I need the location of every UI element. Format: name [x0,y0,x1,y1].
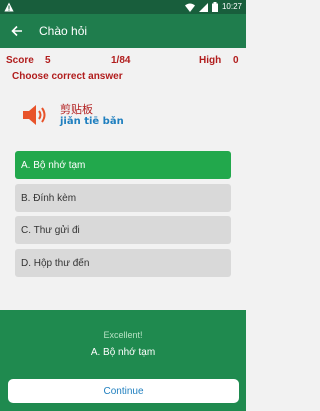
option-label: D. Hộp thư đến [21,257,90,269]
question-prompt: Choose correct answer [12,71,123,82]
result-panel: Excellent! A. Bộ nhớ tạm Continue [0,310,246,411]
score-label: Score [6,55,34,66]
signal-icon [198,2,208,12]
app-bar: Chào hỏi [0,14,246,48]
answer-option-c[interactable]: C. Thư gửi đi [15,216,231,244]
speaker-icon[interactable] [21,101,49,129]
answer-option-d[interactable]: D. Hộp thư đến [15,249,231,277]
continue-label: Continue [103,385,144,397]
option-label: B. Đính kèm [21,192,77,204]
pinyin-text: jiǎn tiē bǎn [60,116,124,127]
battery-icon [211,2,218,12]
correct-answer-text: A. Bộ nhớ tạm [90,347,156,358]
arrow-left-icon [11,25,22,37]
high-score-label: High [199,55,222,66]
hanzi-word: 剪贴板 [60,103,93,116]
score-value: 5 [45,55,51,66]
score-bar: Score 5 1/84 High 0 [0,54,246,68]
continue-button[interactable]: Continue [8,379,239,403]
feedback-message: Excellent! [103,330,143,340]
wifi-icon [184,3,195,12]
option-label: A. Bộ nhớ tạm [21,159,86,171]
option-label: C. Thư gửi đi [21,224,80,236]
progress-counter: 1/84 [111,55,131,66]
status-time: 10:27 [221,2,242,11]
status-bar: 10:27 [0,0,246,14]
answer-option-a[interactable]: A. Bộ nhớ tạm [15,151,231,179]
high-score-value: 0 [233,55,239,66]
back-button[interactable] [0,14,34,48]
warning-icon [4,2,14,12]
page-title: Chào hỏi [39,24,88,38]
answer-option-b[interactable]: B. Đính kèm [15,184,231,212]
